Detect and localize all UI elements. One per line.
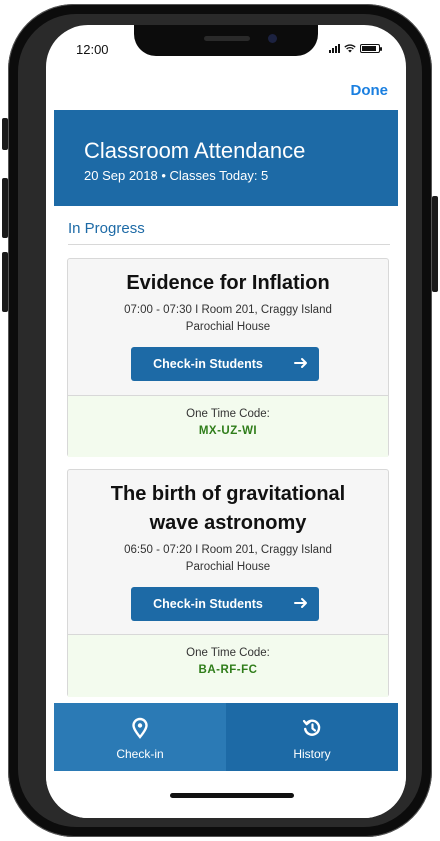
one-time-code-panel: One Time Code: BA-RF-FC — [68, 634, 388, 697]
check-in-students-label: Check-in Students — [153, 357, 263, 371]
page-title: Classroom Attendance — [84, 138, 306, 163]
section-heading: In Progress — [68, 220, 145, 237]
tab-check-in-label: Check-in — [116, 747, 164, 761]
signal-icon — [329, 43, 340, 53]
volume-up-button — [2, 178, 8, 238]
class-location: Parochial House — [185, 561, 271, 573]
one-time-code-value: MX-UZ-WI — [198, 425, 258, 437]
one-time-code-label: One Time Code: — [186, 647, 270, 659]
one-time-code-value: BA-RF-FC — [198, 664, 258, 676]
front-camera — [268, 34, 277, 43]
volume-down-button — [2, 252, 8, 312]
battery-icon — [360, 43, 382, 53]
class-location: Parochial House — [185, 321, 271, 333]
check-in-students-button[interactable]: Check-in Students — [131, 587, 319, 621]
tab-history-label: History — [293, 747, 331, 761]
class-time-room: 07:00 - 07:30 I Room 201, Craggy Island — [124, 304, 332, 316]
done-button[interactable]: Done — [351, 82, 389, 99]
check-in-students-label: Check-in Students — [153, 597, 263, 611]
status-icons — [329, 43, 382, 53]
attendance-sheet: Classroom Attendance 20 Sep 2018 • Class… — [46, 110, 406, 818]
phone-screen: 12:00 Done Classroom Attendance 20 Sep 2… — [46, 25, 406, 818]
power-button — [432, 196, 438, 292]
one-time-code-panel: One Time Code: MX-UZ-WI — [68, 395, 388, 457]
history-icon — [302, 719, 321, 736]
status-time: 12:00 — [76, 42, 109, 57]
class-card: Evidence for Inflation 07:00 - 07:30 I R… — [67, 258, 389, 457]
page-header: Classroom Attendance 20 Sep 2018 • Class… — [54, 110, 398, 206]
arrow-right-icon — [294, 358, 307, 368]
home-indicator[interactable] — [170, 793, 294, 798]
one-time-code-label: One Time Code: — [186, 408, 270, 420]
notch — [134, 25, 318, 56]
class-time-room: 06:50 - 07:20 I Room 201, Craggy Island — [124, 544, 332, 556]
class-card: The birth of gravitational wave astronom… — [67, 469, 389, 697]
check-in-students-button[interactable]: Check-in Students — [131, 347, 319, 381]
tab-check-in[interactable]: Check-in — [54, 703, 226, 771]
mute-switch — [2, 118, 8, 150]
class-title-line-1: The birth of gravitational — [110, 483, 346, 505]
tab-history[interactable]: History — [226, 703, 398, 771]
class-title-line-2: wave astronomy — [149, 512, 307, 534]
tab-bar: Check-in History — [54, 703, 398, 771]
arrow-right-icon — [294, 598, 307, 608]
wifi-icon — [344, 43, 356, 52]
section-divider — [68, 244, 390, 245]
location-pin-icon — [132, 717, 148, 739]
class-title: Evidence for Inflation — [126, 272, 330, 294]
speaker — [204, 36, 250, 41]
page-subtitle: 20 Sep 2018 • Classes Today: 5 — [84, 168, 269, 183]
